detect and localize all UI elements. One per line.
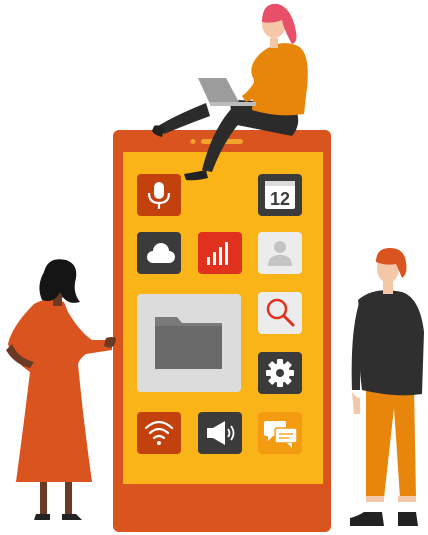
microphone-app[interactable] (137, 174, 181, 216)
signal-bars-app[interactable] (198, 232, 242, 274)
announcement-app[interactable] (198, 412, 242, 454)
gear-icon (266, 359, 294, 387)
messages-app[interactable] (258, 412, 302, 454)
phone-people-illustration: 12 (6, 3, 424, 532)
calendar-icon: 12 (265, 181, 295, 209)
settings-app[interactable] (258, 352, 302, 394)
standing-man (350, 248, 424, 526)
cloud-app[interactable] (137, 232, 181, 274)
illustration-stage: 12 (0, 0, 428, 535)
laptop-base (210, 102, 256, 106)
contacts-app[interactable] (258, 232, 302, 274)
front-leg (158, 103, 210, 134)
pants (366, 386, 416, 498)
phone-camera (190, 139, 196, 144)
calendar-app[interactable]: 12 (258, 174, 302, 216)
folder-app[interactable] (137, 294, 241, 392)
wifi-app[interactable] (137, 412, 181, 454)
folder-icon (155, 317, 222, 369)
calendar-date: 12 (270, 189, 290, 209)
standing-woman (6, 259, 116, 520)
laptop-screen (198, 78, 240, 104)
dress (8, 299, 112, 482)
search-app[interactable] (258, 292, 302, 334)
